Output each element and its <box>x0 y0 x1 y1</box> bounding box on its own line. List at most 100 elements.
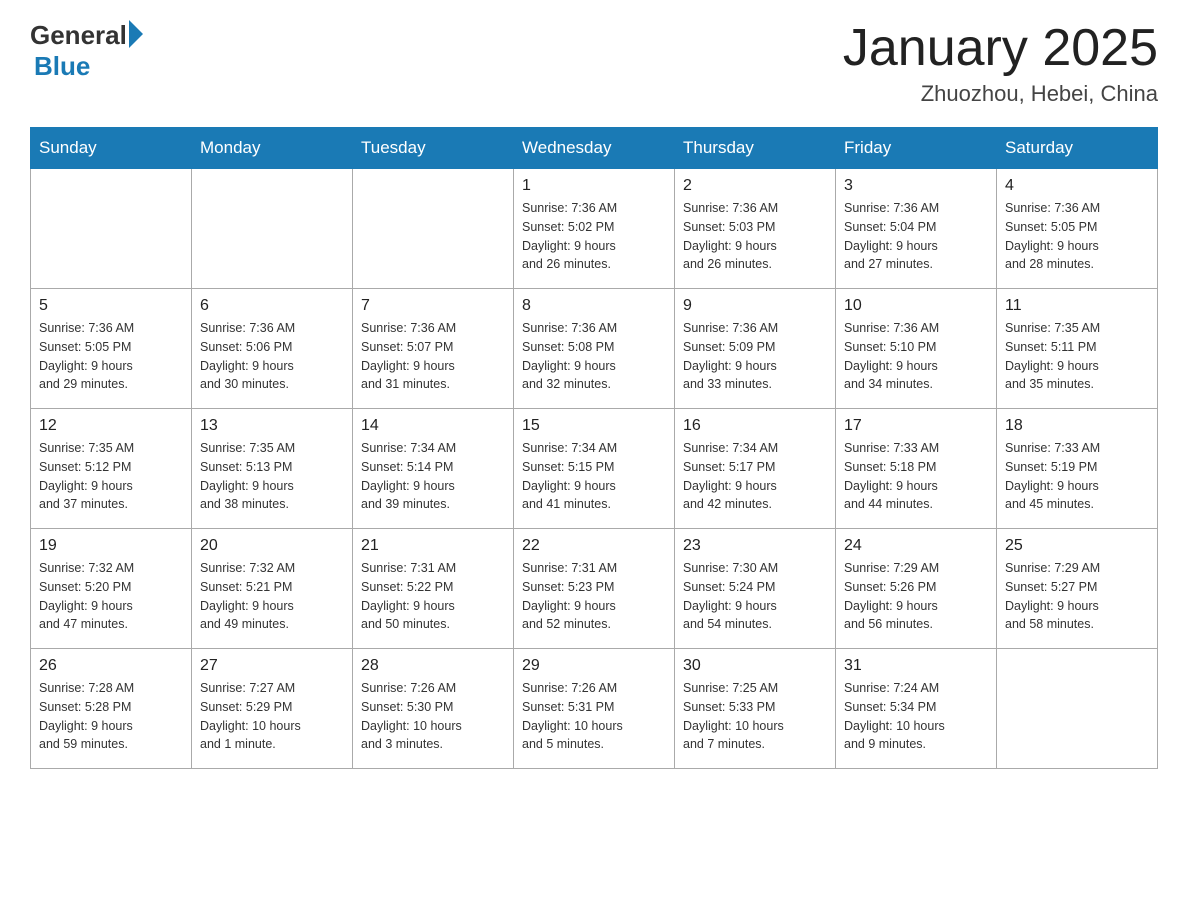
calendar-day-cell: 26 Sunrise: 7:28 AM Sunset: 5:28 PM Dayli… <box>31 649 192 769</box>
calendar-day-cell: 19Sunrise: 7:32 AM Sunset: 5:20 PM Dayli… <box>31 529 192 649</box>
day-info: Sunrise: 7:36 AM Sunset: 5:09 PM Dayligh… <box>683 319 827 394</box>
logo-general-text: General <box>30 20 127 51</box>
day-number: 18 <box>1005 417 1149 435</box>
calendar-day-cell <box>192 169 353 289</box>
day-number: 12 <box>39 417 183 435</box>
calendar-day-cell <box>353 169 514 289</box>
calendar-day-cell: 12Sunrise: 7:35 AM Sunset: 5:12 PM Dayli… <box>31 409 192 529</box>
day-number: 22 <box>522 537 666 555</box>
day-info: Sunrise: 7:36 AM Sunset: 5:04 PM Dayligh… <box>844 199 988 274</box>
calendar-day-cell: 30Sunrise: 7:25 AM Sunset: 5:33 PM Dayli… <box>675 649 836 769</box>
calendar-day-cell: 13 Sunrise: 7:35 AM Sunset: 5:13 PM Dayli… <box>192 409 353 529</box>
calendar-week-row: 26 Sunrise: 7:28 AM Sunset: 5:28 PM Dayli… <box>31 649 1158 769</box>
calendar-day-cell: 1Sunrise: 7:36 AM Sunset: 5:02 PM Daylig… <box>514 169 675 289</box>
day-of-week-header: Wednesday <box>514 128 675 169</box>
calendar-day-cell: 28Sunrise: 7:26 AM Sunset: 5:30 PM Dayli… <box>353 649 514 769</box>
day-number: 2 <box>683 177 827 195</box>
calendar-day-cell: 3 Sunrise: 7:36 AM Sunset: 5:04 PM Daylig… <box>836 169 997 289</box>
day-info: Sunrise: 7:36 AM Sunset: 5:07 PM Dayligh… <box>361 319 505 394</box>
day-number: 8 <box>522 297 666 315</box>
day-number: 30 <box>683 657 827 675</box>
calendar-week-row: 1Sunrise: 7:36 AM Sunset: 5:02 PM Daylig… <box>31 169 1158 289</box>
day-number: 5 <box>39 297 183 315</box>
day-number: 21 <box>361 537 505 555</box>
calendar-day-cell: 21Sunrise: 7:31 AM Sunset: 5:22 PM Dayli… <box>353 529 514 649</box>
day-info: Sunrise: 7:26 AM Sunset: 5:31 PM Dayligh… <box>522 679 666 754</box>
calendar-day-cell: 2 Sunrise: 7:36 AM Sunset: 5:03 PM Daylig… <box>675 169 836 289</box>
calendar-day-cell: 16Sunrise: 7:34 AM Sunset: 5:17 PM Dayli… <box>675 409 836 529</box>
day-number: 23 <box>683 537 827 555</box>
day-number: 31 <box>844 657 988 675</box>
day-number: 11 <box>1005 297 1149 315</box>
calendar-table: SundayMondayTuesdayWednesdayThursdayFrid… <box>30 127 1158 769</box>
day-info: Sunrise: 7:27 AM Sunset: 5:29 PM Dayligh… <box>200 679 344 754</box>
calendar-body: 1Sunrise: 7:36 AM Sunset: 5:02 PM Daylig… <box>31 169 1158 769</box>
calendar-day-cell: 31 Sunrise: 7:24 AM Sunset: 5:34 PM Dayli… <box>836 649 997 769</box>
day-number: 16 <box>683 417 827 435</box>
day-info: Sunrise: 7:29 AM Sunset: 5:26 PM Dayligh… <box>844 559 988 634</box>
day-of-week-header: Friday <box>836 128 997 169</box>
calendar-day-cell: 23 Sunrise: 7:30 AM Sunset: 5:24 PM Dayli… <box>675 529 836 649</box>
day-info: Sunrise: 7:36 AM Sunset: 5:08 PM Dayligh… <box>522 319 666 394</box>
calendar-day-cell: 7 Sunrise: 7:36 AM Sunset: 5:07 PM Daylig… <box>353 289 514 409</box>
day-number: 7 <box>361 297 505 315</box>
day-info: Sunrise: 7:36 AM Sunset: 5:03 PM Dayligh… <box>683 199 827 274</box>
calendar-day-cell: 20 Sunrise: 7:32 AM Sunset: 5:21 PM Dayli… <box>192 529 353 649</box>
day-of-week-header: Thursday <box>675 128 836 169</box>
day-number: 28 <box>361 657 505 675</box>
day-info: Sunrise: 7:36 AM Sunset: 5:05 PM Dayligh… <box>1005 199 1149 274</box>
calendar-day-cell: 5Sunrise: 7:36 AM Sunset: 5:05 PM Daylig… <box>31 289 192 409</box>
calendar-day-cell: 14Sunrise: 7:34 AM Sunset: 5:14 PM Dayli… <box>353 409 514 529</box>
calendar-day-cell: 22Sunrise: 7:31 AM Sunset: 5:23 PM Dayli… <box>514 529 675 649</box>
day-info: Sunrise: 7:35 AM Sunset: 5:13 PM Dayligh… <box>200 439 344 514</box>
page-header: General Blue January 2025 Zhuozhou, Hebe… <box>30 20 1158 107</box>
day-number: 15 <box>522 417 666 435</box>
day-number: 6 <box>200 297 344 315</box>
calendar-day-cell: 4 Sunrise: 7:36 AM Sunset: 5:05 PM Daylig… <box>997 169 1158 289</box>
day-number: 10 <box>844 297 988 315</box>
day-info: Sunrise: 7:32 AM Sunset: 5:20 PM Dayligh… <box>39 559 183 634</box>
day-of-week-header: Saturday <box>997 128 1158 169</box>
day-number: 27 <box>200 657 344 675</box>
day-number: 13 <box>200 417 344 435</box>
logo-triangle-icon <box>129 20 143 48</box>
month-title: January 2025 <box>843 20 1158 77</box>
day-info: Sunrise: 7:34 AM Sunset: 5:15 PM Dayligh… <box>522 439 666 514</box>
day-info: Sunrise: 7:30 AM Sunset: 5:24 PM Dayligh… <box>683 559 827 634</box>
day-info: Sunrise: 7:24 AM Sunset: 5:34 PM Dayligh… <box>844 679 988 754</box>
calendar-day-cell: 24 Sunrise: 7:29 AM Sunset: 5:26 PM Dayli… <box>836 529 997 649</box>
calendar-header: SundayMondayTuesdayWednesdayThursdayFrid… <box>31 128 1158 169</box>
calendar-day-cell: 9 Sunrise: 7:36 AM Sunset: 5:09 PM Daylig… <box>675 289 836 409</box>
logo-blue-text: Blue <box>34 51 143 82</box>
calendar-week-row: 19Sunrise: 7:32 AM Sunset: 5:20 PM Dayli… <box>31 529 1158 649</box>
day-number: 3 <box>844 177 988 195</box>
day-number: 29 <box>522 657 666 675</box>
location-text: Zhuozhou, Hebei, China <box>843 81 1158 107</box>
calendar-day-cell <box>997 649 1158 769</box>
calendar-day-cell: 15 Sunrise: 7:34 AM Sunset: 5:15 PM Dayli… <box>514 409 675 529</box>
day-info: Sunrise: 7:36 AM Sunset: 5:06 PM Dayligh… <box>200 319 344 394</box>
calendar-day-cell: 25Sunrise: 7:29 AM Sunset: 5:27 PM Dayli… <box>997 529 1158 649</box>
calendar-day-cell: 27 Sunrise: 7:27 AM Sunset: 5:29 PM Dayli… <box>192 649 353 769</box>
header-row: SundayMondayTuesdayWednesdayThursdayFrid… <box>31 128 1158 169</box>
title-block: January 2025 Zhuozhou, Hebei, China <box>843 20 1158 107</box>
day-info: Sunrise: 7:32 AM Sunset: 5:21 PM Dayligh… <box>200 559 344 634</box>
calendar-week-row: 5Sunrise: 7:36 AM Sunset: 5:05 PM Daylig… <box>31 289 1158 409</box>
day-number: 20 <box>200 537 344 555</box>
day-of-week-header: Monday <box>192 128 353 169</box>
day-number: 24 <box>844 537 988 555</box>
calendar-day-cell: 10Sunrise: 7:36 AM Sunset: 5:10 PM Dayli… <box>836 289 997 409</box>
day-number: 4 <box>1005 177 1149 195</box>
calendar-day-cell <box>31 169 192 289</box>
calendar-day-cell: 17Sunrise: 7:33 AM Sunset: 5:18 PM Dayli… <box>836 409 997 529</box>
day-number: 9 <box>683 297 827 315</box>
day-number: 25 <box>1005 537 1149 555</box>
day-info: Sunrise: 7:34 AM Sunset: 5:14 PM Dayligh… <box>361 439 505 514</box>
day-of-week-header: Tuesday <box>353 128 514 169</box>
day-info: Sunrise: 7:28 AM Sunset: 5:28 PM Dayligh… <box>39 679 183 754</box>
day-number: 26 <box>39 657 183 675</box>
day-info: Sunrise: 7:33 AM Sunset: 5:19 PM Dayligh… <box>1005 439 1149 514</box>
logo: General Blue <box>30 20 143 82</box>
day-info: Sunrise: 7:35 AM Sunset: 5:11 PM Dayligh… <box>1005 319 1149 394</box>
day-info: Sunrise: 7:33 AM Sunset: 5:18 PM Dayligh… <box>844 439 988 514</box>
